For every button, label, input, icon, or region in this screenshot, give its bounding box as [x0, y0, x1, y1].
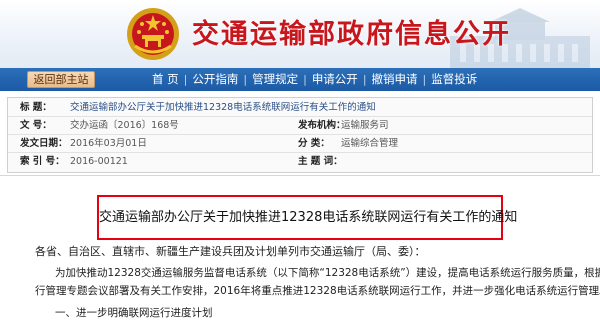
title-label: 标 题： — [20, 102, 52, 113]
nav-separator: | — [243, 73, 248, 86]
publisher-label: 发布机构： — [298, 120, 346, 131]
nav-item-regulations[interactable]: 管理规定 — [252, 68, 298, 91]
row-divider — [8, 116, 592, 117]
subject-label: 主 题 词： — [298, 156, 343, 167]
nav-separator: | — [422, 73, 427, 86]
doc-no-label: 文 号： — [20, 120, 52, 131]
document-info-table: 标 题： 交通运输部办公厅关于加快推进12328电话系统联网运行有关工作的通知 … — [7, 97, 593, 173]
index-label: 索 引 号： — [20, 156, 65, 167]
site-title: 交通运输部政府信息公开 — [192, 19, 511, 50]
nav-item-home[interactable]: 首 页 — [152, 68, 179, 91]
doc-no-value: 交办运函〔2016〕168号 — [70, 120, 179, 131]
info-row-date: 发文日期： 2016年03月01日 分 类： 运输综合管理 — [8, 136, 592, 151]
document-title-highlight-box: 交通运输部办公厅关于加快推进12328电话系统联网运行有关工作的通知 — [97, 195, 518, 240]
category-value: 运输综合管理 — [341, 138, 399, 149]
main-nav-items: 首 页 | 公开指南 | 管理规定 | 申请公开 | 撤销申请 | 监督投诉 — [152, 68, 477, 91]
nav-separator: | — [362, 73, 367, 86]
title-value[interactable]: 交通运输部办公厅关于加快推进12328电话系统联网运行有关工作的通知 — [70, 100, 376, 115]
nav-item-complaint[interactable]: 监督投诉 — [431, 68, 477, 91]
document-title: 交通运输部办公厅关于加快推进12328电话系统联网运行有关工作的通知 — [99, 210, 518, 225]
nav-item-apply[interactable]: 申请公开 — [312, 68, 358, 91]
nav-item-guide[interactable]: 公开指南 — [192, 68, 238, 91]
paragraph-1-line-2: 行管理专题会议部署及有关工作安排，2016年将重点推进12328电话系统联网运行… — [35, 285, 600, 297]
nav-separator: | — [303, 73, 307, 86]
page: 交通运输部政府信息公开 返回部主站 首 页 | 公开指南 | 管理规定 | 申请… — [0, 0, 600, 325]
nav-separator: | — [183, 73, 188, 86]
publish-date-value: 2016年03月01日 — [70, 138, 147, 149]
info-row-doc-no: 文 号： 交办运函〔2016〕168号 发布机构： 运输服务司 — [8, 118, 592, 133]
site-header-banner: 交通运输部政府信息公开 — [0, 0, 600, 68]
index-value: 2016-00121 — [70, 156, 128, 167]
section-1-heading: 一、进一步明确联网运行进度计划 — [55, 307, 213, 319]
category-label: 分 类： — [298, 138, 330, 149]
publisher-value: 运输服务司 — [341, 120, 389, 131]
nav-item-withdraw[interactable]: 撤销申请 — [372, 68, 418, 91]
info-row-title: 标 题： 交通运输部办公厅关于加快推进12328电话系统联网运行有关工作的通知 — [8, 100, 592, 115]
back-to-main-site-button[interactable]: 返回部主站 — [27, 71, 95, 88]
row-divider — [8, 152, 592, 153]
row-divider — [8, 134, 592, 135]
paragraph-1-line-1: 为加快推动12328交通运输服务监督电话系统（以下简称“12328电话系统”）建… — [55, 267, 600, 279]
national-emblem-icon — [127, 8, 179, 60]
info-row-index: 索 引 号： 2016-00121 主 题 词： — [8, 154, 592, 169]
publish-date-label: 发文日期： — [20, 138, 68, 149]
document-recipients: 各省、自治区、直辖市、新疆生产建设兵团及计划单列市交通运输厅（局、委）： — [35, 245, 426, 258]
